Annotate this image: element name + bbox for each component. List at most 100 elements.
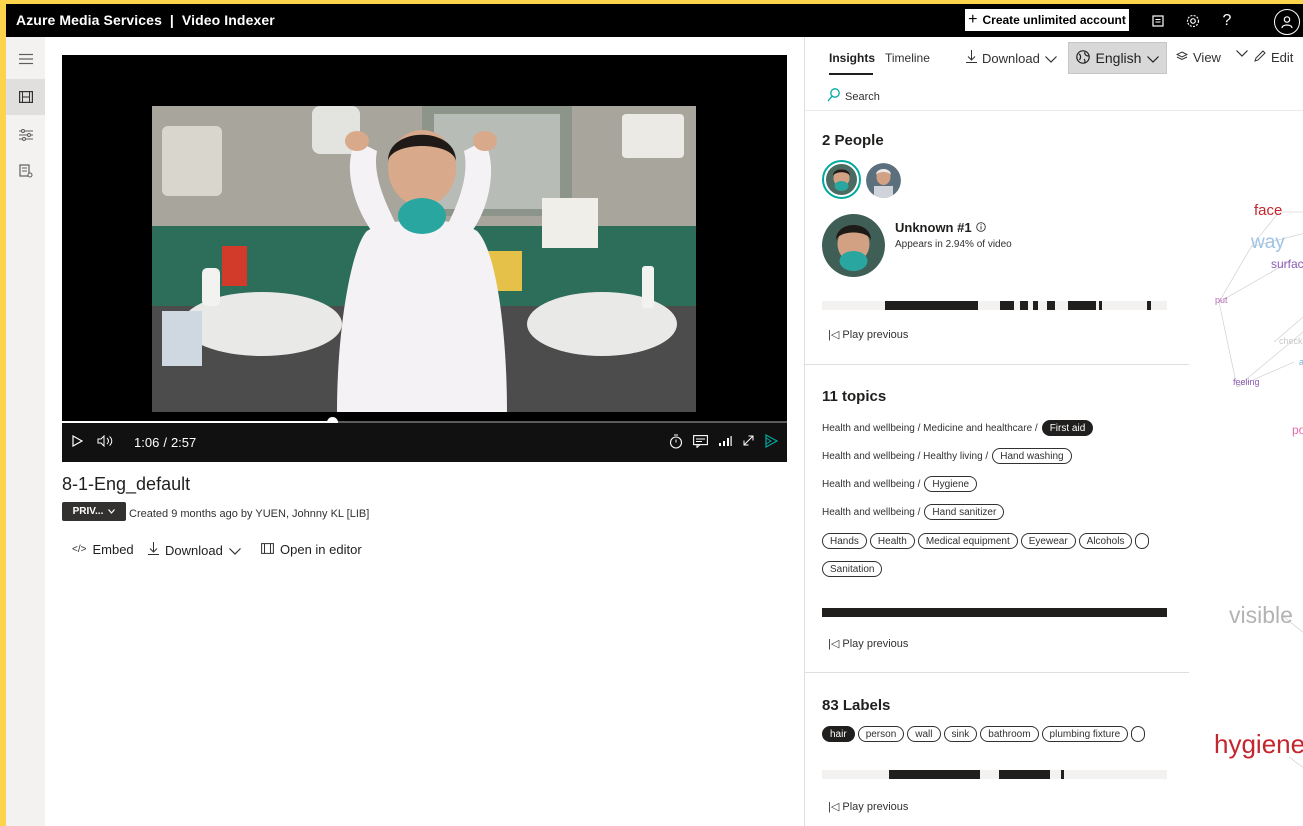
timeline-segment[interactable] [1068, 301, 1096, 310]
insights-list: 2 People Unknown #1 Appears in 2.94% of … [805, 112, 1189, 826]
word-an[interactable]: an [1299, 357, 1303, 367]
view-label: View [1193, 50, 1221, 65]
word-check[interactable]: check [1279, 336, 1303, 346]
captions-icon[interactable] [693, 435, 708, 448]
keyword-pill[interactable]: Alcohols [1078, 533, 1133, 549]
editor-film-icon [261, 542, 274, 557]
keyword-pill[interactable]: Sanitation [822, 561, 883, 577]
timeline-segment[interactable] [889, 770, 980, 779]
view-button[interactable]: View [1175, 50, 1221, 65]
timeline-segment[interactable] [1020, 301, 1028, 310]
word-surface[interactable]: surface [1271, 257, 1303, 271]
topic-tag[interactable]: Hand washing [992, 448, 1072, 464]
word-feeling[interactable]: feeling [1233, 377, 1260, 387]
play-next-icon[interactable] [765, 434, 778, 448]
labels-timeline[interactable] [822, 770, 1167, 779]
search-label: Search [845, 91, 880, 103]
download-button[interactable]: Download [148, 542, 241, 558]
insights-search[interactable]: Search [805, 79, 1303, 111]
create-account-button[interactable]: + Create unlimited account [965, 9, 1129, 31]
feedback-icon[interactable] [1147, 10, 1169, 32]
play-previous-label: Play previous [842, 329, 909, 341]
timeline-segment[interactable] [1033, 301, 1038, 310]
projects-icon[interactable] [6, 153, 45, 189]
help-icon[interactable]: ? [1216, 10, 1238, 32]
labels-heading: 83 Labels [822, 697, 891, 714]
person-avatar-1[interactable] [822, 160, 861, 199]
user-account-icon[interactable] [1274, 9, 1300, 35]
topic-tag[interactable]: Hygiene [924, 476, 978, 492]
volume-icon[interactable] [97, 435, 113, 447]
people-play-previous[interactable]: |◁ Play previous [828, 328, 908, 341]
topics-timeline[interactable] [822, 608, 1167, 617]
language-label: English [1095, 50, 1142, 66]
keyword-pill[interactable]: Medical equipment [917, 533, 1018, 549]
word-put[interactable]: put [1215, 295, 1228, 305]
topic-path: Health and wellbeing / [822, 478, 921, 490]
active-tab-indicator [829, 73, 873, 75]
word-pos[interactable]: pos [1292, 423, 1303, 437]
tab-insights[interactable]: Insights [829, 51, 875, 65]
chevron-down-icon [228, 543, 241, 558]
label-pill-clipped[interactable] [1131, 726, 1146, 742]
timeline-segment[interactable] [822, 608, 1167, 617]
topic-tag[interactable]: First aid [1041, 420, 1094, 436]
timeline-segment[interactable] [885, 301, 978, 310]
topic-path: Health and wellbeing / Medicine and heal… [822, 422, 1038, 434]
topic-tag[interactable]: Hand sanitizer [924, 504, 1005, 520]
play-previous-label: Play previous [842, 638, 909, 650]
selected-person-thumbnail [822, 214, 885, 277]
embed-button[interactable]: </> Embed [72, 542, 134, 557]
menu-hamburger-icon[interactable] [6, 41, 45, 77]
time-separator: / [163, 435, 167, 450]
person-avatar-2[interactable] [866, 163, 901, 198]
info-icon[interactable] [975, 220, 986, 235]
video-frame-image [152, 106, 696, 412]
tab-timeline[interactable]: Timeline [885, 51, 930, 65]
settings-gear-icon[interactable] [1182, 10, 1204, 32]
topic-path: Health and wellbeing / [822, 506, 921, 518]
view-chevron-down-icon[interactable] [1236, 50, 1248, 57]
edit-button[interactable]: Edit [1254, 50, 1293, 65]
play-icon[interactable] [72, 435, 83, 447]
open-in-editor-button[interactable]: Open in editor [261, 542, 362, 557]
word-hygiene[interactable]: hygiene [1214, 729, 1303, 760]
panel-download-button[interactable]: Download [966, 50, 1057, 66]
labels-play-previous[interactable]: |◁ Play previous [828, 800, 908, 813]
label-pill[interactable]: person [857, 726, 905, 742]
timeline-segment[interactable] [1000, 301, 1014, 310]
timeline-segment[interactable] [1147, 301, 1151, 310]
keyword-pill-clipped[interactable] [1135, 533, 1150, 549]
label-pill[interactable]: wall [907, 726, 941, 742]
timeline-segment[interactable] [1061, 770, 1064, 779]
media-library-icon[interactable] [6, 79, 45, 115]
topics-play-previous[interactable]: |◁ Play previous [828, 637, 908, 650]
plus-icon: + [968, 11, 978, 28]
video-player[interactable]: 1:06 / 2:57 [62, 55, 787, 462]
people-timeline[interactable] [822, 301, 1167, 310]
playback-speed-icon[interactable] [669, 434, 683, 449]
label-pill[interactable]: plumbing fixture [1041, 726, 1129, 742]
timeline-segment[interactable] [1099, 301, 1102, 310]
word-way[interactable]: way [1251, 232, 1285, 254]
fullscreen-icon[interactable] [742, 434, 755, 447]
keyword-pill[interactable]: Eyewear [1020, 533, 1076, 549]
quality-icon[interactable] [718, 435, 732, 447]
topic-row: Health and wellbeing / Hygiene [822, 476, 978, 492]
language-dropdown[interactable]: English [1068, 42, 1167, 74]
privacy-dropdown[interactable]: PRIV... [62, 502, 126, 521]
keyword-pill[interactable]: Hands [822, 533, 867, 549]
label-pill[interactable]: hair [822, 726, 855, 742]
label-pill[interactable]: sink [943, 726, 978, 742]
model-customization-icon[interactable] [6, 117, 45, 153]
label-pill[interactable]: bathroom [980, 726, 1039, 742]
keyword-pill[interactable]: Health [869, 533, 915, 549]
download-icon [148, 542, 159, 558]
globe-icon [1075, 49, 1090, 67]
word-visible[interactable]: visible [1229, 602, 1293, 629]
timeline-segment[interactable] [999, 770, 1050, 779]
timeline-segment[interactable] [1047, 301, 1055, 310]
word-face[interactable]: face [1254, 202, 1282, 219]
created-info: Created 9 months ago by YUEN, Johnny KL … [129, 508, 370, 520]
topic-keywords-row2: Sanitation [822, 561, 883, 577]
